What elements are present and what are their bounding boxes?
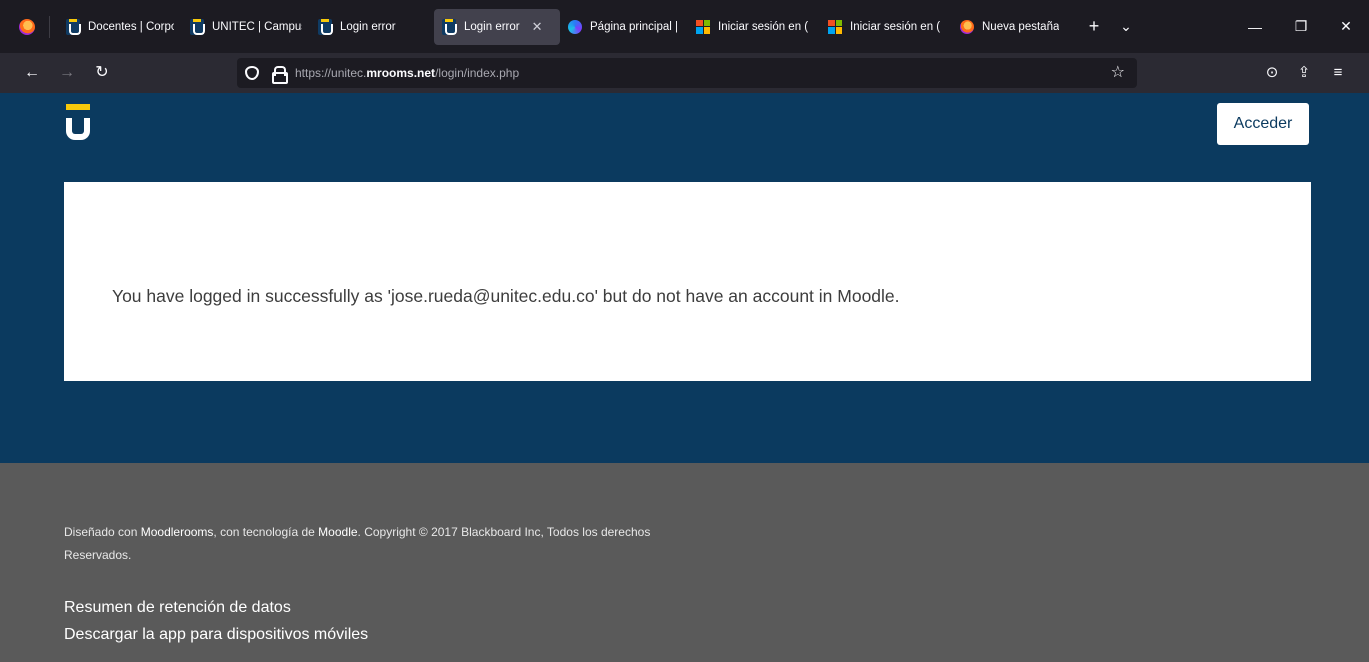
unitec-favicon-icon bbox=[318, 18, 333, 35]
login-error-message: You have logged in successfully as 'jose… bbox=[112, 286, 900, 306]
tab-login-error[interactable]: Login error bbox=[310, 9, 434, 45]
browser-tab-strip: Docentes | Corpo UNITEC | Campus Login e… bbox=[0, 0, 1369, 53]
tab-label: Iniciar sesión en ( bbox=[850, 20, 941, 33]
footer-copyright: Diseñado con Moodlerooms, con tecnología… bbox=[64, 521, 674, 567]
unitec-favicon-icon bbox=[66, 18, 81, 35]
url-domain: mrooms.net bbox=[366, 66, 436, 80]
tab-nueva-pestana[interactable]: Nueva pestaña bbox=[952, 9, 1078, 45]
moodlerooms-link[interactable]: Moodlerooms bbox=[141, 525, 214, 539]
page-footer: Diseñado con Moodlerooms, con tecnología… bbox=[0, 463, 1369, 662]
firefox-menu-icon[interactable] bbox=[19, 18, 35, 35]
page-header: Acceder You have logged in successfully … bbox=[0, 93, 1369, 463]
moodle-link[interactable]: Moodle bbox=[318, 525, 357, 539]
unitec-favicon-icon bbox=[190, 18, 205, 35]
share-icon[interactable]: ⇪ bbox=[1292, 61, 1316, 85]
bing-favicon-icon bbox=[568, 19, 582, 34]
new-tab-button[interactable]: + bbox=[1078, 16, 1110, 37]
url-path: /login/index.php bbox=[435, 66, 520, 80]
tab-login-error-active[interactable]: Login error ✕ bbox=[434, 8, 560, 45]
tab-iniciar-sesion-1[interactable]: Iniciar sesión en ( bbox=[688, 9, 820, 45]
back-arrow-icon[interactable]: ← bbox=[20, 61, 44, 85]
close-window-icon[interactable]: ✕ bbox=[1323, 0, 1369, 53]
tab-pagina-principal[interactable]: Página principal | bbox=[560, 9, 688, 45]
logo-bar bbox=[66, 104, 90, 110]
url-prefix: https://unitec. bbox=[295, 66, 367, 80]
unitec-favicon-icon bbox=[442, 18, 457, 35]
data-retention-summary-link[interactable]: Resumen de retención de datos bbox=[64, 599, 291, 617]
restore-window-icon[interactable]: ❐ bbox=[1278, 0, 1324, 53]
tab-label: Login error bbox=[464, 20, 520, 33]
login-button[interactable]: Acceder bbox=[1217, 103, 1309, 145]
tab-label: UNITEC | Campus bbox=[212, 20, 302, 33]
minimize-window-icon[interactable]: — bbox=[1232, 0, 1278, 53]
tab-docentes[interactable]: Docentes | Corpo bbox=[58, 9, 182, 45]
microsoft-favicon-icon bbox=[828, 19, 842, 34]
tab-unitec-campus[interactable]: UNITEC | Campus bbox=[182, 9, 310, 45]
forward-arrow-icon[interactable]: → bbox=[55, 61, 79, 85]
microsoft-favicon-icon bbox=[696, 19, 710, 34]
app-menu-icon[interactable]: ≡ bbox=[1326, 61, 1350, 85]
tracking-protection-shield-icon[interactable] bbox=[245, 66, 259, 80]
tab-iniciar-sesion-2[interactable]: Iniciar sesión en ( bbox=[820, 9, 952, 45]
url-text[interactable]: https://unitec.mrooms.net/login/index.ph… bbox=[295, 66, 519, 80]
url-bar[interactable]: https://unitec.mrooms.net/login/index.ph… bbox=[237, 58, 1137, 88]
footer-copy-mid: , con tecnología de bbox=[213, 525, 319, 539]
mobile-app-download-link[interactable]: Descargar la app para dispositivos móvil… bbox=[64, 626, 368, 644]
browser-nav-bar: ← → ↻ https://unitec.mrooms.net/login/in… bbox=[0, 53, 1369, 93]
tab-list-chevron-icon[interactable]: ⌄ bbox=[1110, 18, 1142, 35]
tab-label: Login error bbox=[340, 20, 396, 33]
pocket-icon[interactable]: ⊙ bbox=[1260, 61, 1284, 85]
tab-label: Nueva pestaña bbox=[982, 20, 1060, 33]
logo-letter bbox=[66, 118, 90, 140]
bookmark-star-icon[interactable]: ☆ bbox=[1111, 62, 1125, 82]
tab-label: Docentes | Corpo bbox=[88, 20, 174, 33]
close-tab-icon[interactable]: ✕ bbox=[532, 19, 543, 35]
footer-copy-prefix: Diseñado con bbox=[64, 525, 141, 539]
lock-icon[interactable] bbox=[271, 66, 288, 84]
firefox-favicon-icon bbox=[960, 19, 974, 34]
message-card: You have logged in successfully as 'jose… bbox=[64, 182, 1311, 381]
reload-icon[interactable]: ↻ bbox=[90, 61, 114, 85]
unitec-logo-icon[interactable] bbox=[66, 104, 90, 144]
tab-label: Página principal | bbox=[590, 20, 679, 33]
tab-label: Iniciar sesión en ( bbox=[718, 20, 809, 33]
tab-separator bbox=[49, 15, 50, 38]
